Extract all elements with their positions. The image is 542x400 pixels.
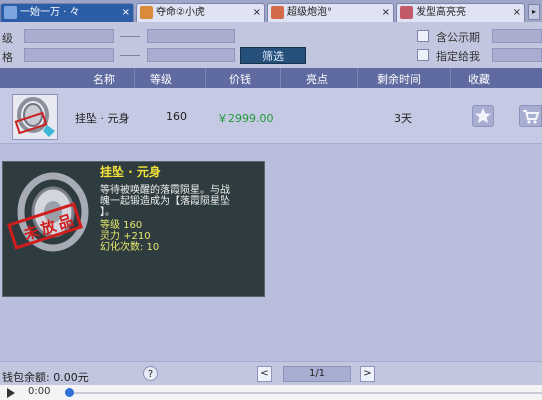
page-indicator: 1/1 bbox=[283, 366, 351, 382]
tab-seller-4[interactable]: 发型高亮亮 × bbox=[396, 3, 525, 22]
tooltip-desc-line3: 】。 bbox=[100, 207, 115, 218]
pendant-large-icon bbox=[7, 172, 89, 252]
tooltip-title: 挂坠 · 元身 bbox=[100, 165, 161, 179]
public-period-label: 含公示期 bbox=[436, 31, 480, 44]
tooltip-stat-level: 等级 160 bbox=[100, 220, 143, 231]
tab-label: 夺命②小虎 bbox=[156, 7, 205, 18]
cart-icon bbox=[523, 110, 540, 124]
close-icon[interactable]: × bbox=[382, 4, 390, 21]
tooltip-stat-transform: 幻化次数: 10 bbox=[100, 242, 160, 253]
tab-label: 一始一万 · 々 bbox=[20, 7, 80, 18]
tab-seller-1[interactable]: 一始一万 · 々 × bbox=[0, 3, 134, 22]
range-dash bbox=[120, 36, 140, 37]
range-dash bbox=[120, 55, 140, 56]
item-name[interactable]: 挂坠 · 元身 bbox=[75, 110, 130, 126]
avatar-icon bbox=[4, 6, 17, 19]
column-level[interactable]: 等级 bbox=[150, 71, 172, 87]
close-icon[interactable]: × bbox=[253, 4, 261, 21]
price-filter-label: 格 bbox=[2, 51, 13, 64]
next-page-button[interactable]: > bbox=[360, 366, 375, 382]
level-max-field[interactable] bbox=[147, 29, 235, 43]
column-name[interactable]: 名称 bbox=[93, 71, 115, 87]
pendant-icon bbox=[14, 97, 55, 137]
avatar-icon bbox=[271, 6, 284, 19]
tab-seller-3[interactable]: 超级炮泡° × bbox=[267, 3, 394, 22]
designated-checkbox[interactable] bbox=[417, 49, 429, 61]
video-player-bar: 0:00 bbox=[0, 385, 542, 400]
sort-field-2[interactable] bbox=[492, 48, 542, 62]
seek-handle[interactable] bbox=[65, 388, 74, 397]
tooltip-desc-line1: 等待被唤醒的落霞陨星。与战 bbox=[100, 185, 230, 196]
seek-track[interactable] bbox=[70, 392, 542, 394]
add-to-cart-button[interactable] bbox=[519, 105, 542, 127]
item-thumbnail[interactable] bbox=[12, 94, 58, 140]
item-detail-tooltip: 未放品 挂坠 · 元身 等待被唤醒的落霞陨星。与战 魄一起锻造成为【落霞陨星坠 … bbox=[2, 161, 265, 297]
price-max-field[interactable] bbox=[147, 48, 235, 62]
level-filter-label: 级 bbox=[2, 32, 13, 45]
item-price: ￥2999.00 bbox=[217, 112, 274, 125]
tab-label: 发型高亮亮 bbox=[416, 7, 466, 18]
footer-bar: 钱包余额: 0.00元 ? < 1/1 > bbox=[0, 361, 542, 386]
tab-bar: 一始一万 · 々 × 夺命②小虎 × 超级炮泡° × 发型高亮亮 × ▸ bbox=[0, 0, 542, 22]
avatar-icon bbox=[400, 6, 413, 19]
tooltip-desc-line2: 魄一起锻造成为【落霞陨星坠 bbox=[100, 196, 230, 207]
avatar-icon bbox=[140, 6, 153, 19]
level-min-field[interactable] bbox=[24, 29, 114, 43]
table-header: 名称 等级 价钱 亮点 剩余时间 收藏 bbox=[0, 68, 542, 88]
sort-field-1[interactable] bbox=[492, 29, 542, 43]
favorite-star-button[interactable] bbox=[472, 105, 494, 127]
playback-time: 0:00 bbox=[28, 386, 51, 397]
star-icon bbox=[475, 108, 491, 123]
wallet-balance: 钱包余额: 0.00元 bbox=[2, 371, 89, 384]
designated-label: 指定给我 bbox=[436, 50, 480, 63]
column-remaining-time[interactable]: 剩余时间 bbox=[377, 71, 421, 87]
tab-seller-2[interactable]: 夺命②小虎 × bbox=[136, 3, 265, 22]
prev-page-button[interactable]: < bbox=[257, 366, 272, 382]
price-min-field[interactable] bbox=[24, 48, 114, 62]
public-period-checkbox[interactable] bbox=[417, 30, 429, 42]
close-icon[interactable]: × bbox=[513, 4, 521, 21]
column-favorite[interactable]: 收藏 bbox=[468, 71, 490, 87]
item-level: 160 bbox=[166, 110, 187, 123]
tab-scroll-right-button[interactable]: ▸ bbox=[528, 4, 540, 20]
filter-button[interactable]: 筛选 bbox=[240, 47, 306, 64]
play-icon[interactable] bbox=[6, 388, 16, 398]
column-highlight[interactable]: 亮点 bbox=[306, 71, 328, 87]
item-remaining-time: 3天 bbox=[394, 112, 412, 125]
close-icon[interactable]: × bbox=[122, 4, 130, 21]
help-icon[interactable]: ? bbox=[143, 366, 158, 381]
column-price[interactable]: 价钱 bbox=[229, 71, 251, 87]
tab-label: 超级炮泡° bbox=[287, 7, 332, 18]
table-row[interactable]: 挂坠 · 元身 160 ￥2999.00 3天 bbox=[0, 88, 542, 144]
tooltip-stat-spirit: 灵力 +210 bbox=[100, 231, 151, 242]
